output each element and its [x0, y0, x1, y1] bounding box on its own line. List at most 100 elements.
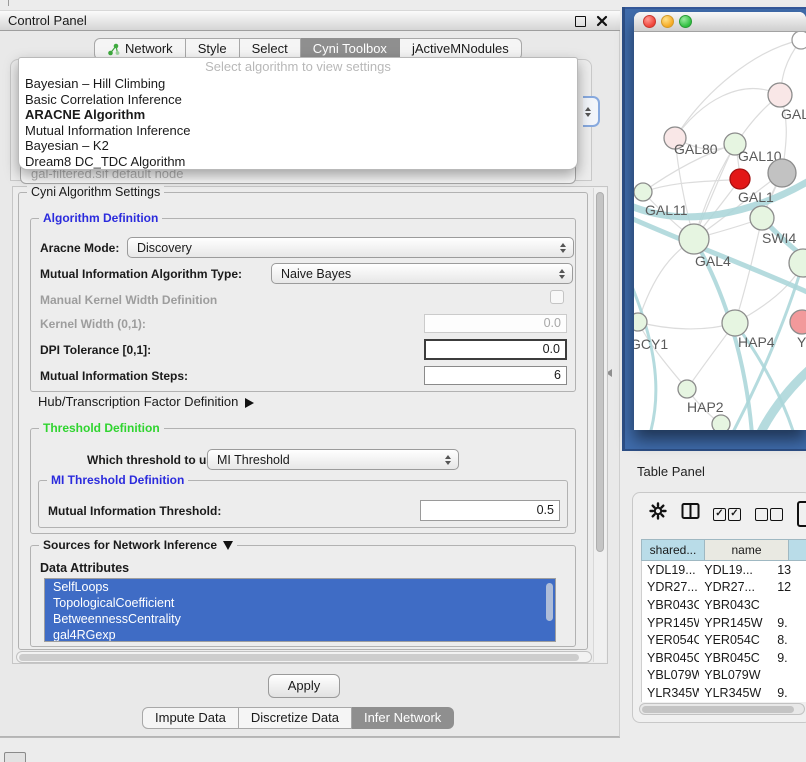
table-cell[interactable]: YBR043C [642, 598, 699, 612]
attribute-item[interactable]: BetweennessCentrality [45, 611, 555, 627]
mi-algorithm-type-combo[interactable]: Naive Bayes [271, 263, 573, 284]
unchecked-checkbox-icon[interactable] [755, 508, 768, 521]
settings-hscrollbar-thumb[interactable] [19, 654, 579, 661]
attributes-vscrollbar-thumb[interactable] [546, 583, 553, 621]
tab-infer-network[interactable]: Infer Network [352, 707, 454, 729]
kernel-width-field[interactable]: 0.0 [424, 314, 567, 333]
unchecked-checkbox-icon[interactable] [770, 508, 783, 521]
checked-checkbox-icon[interactable]: ✓ [728, 508, 741, 521]
hub-section-header[interactable]: Hub/Transcription Factor Definition [38, 394, 254, 409]
column-header-shared[interactable]: shared... [641, 539, 705, 561]
table-cell[interactable]: YER054C [699, 633, 774, 647]
attribute-item[interactable]: SelfLoops [45, 579, 555, 595]
table-mode-icon[interactable] [797, 501, 806, 527]
table-cell[interactable]: YDL19... [642, 563, 699, 577]
sources-header[interactable]: Sources for Network Inference [39, 538, 237, 552]
attribute-item[interactable]: gal4RGexp [45, 627, 555, 642]
table-cell[interactable]: YDR27... [642, 580, 699, 594]
apply-button[interactable]: Apply [268, 674, 340, 698]
network-canvas[interactable]: GALGAL80GAL10GAL1GAL11SWI4GAL4GCY1HAP4YH… [634, 32, 806, 430]
graph-node-label: HAP4 [738, 334, 775, 350]
graph-node-hap2[interactable] [678, 380, 696, 398]
float-window-icon[interactable] [575, 16, 586, 27]
table-row[interactable]: YPR145WYPR145W9. [642, 614, 806, 632]
column-header-name[interactable]: name [705, 539, 789, 561]
stepper-arrows-icon [585, 98, 591, 125]
table-cell[interactable]: YER054C [642, 633, 699, 647]
table-cell[interactable]: 8. [774, 633, 806, 647]
tab-impute-data[interactable]: Impute Data [142, 707, 239, 729]
focused-combo-fragment[interactable] [583, 96, 600, 127]
table-row[interactable]: YBR043CYBR043C [642, 596, 806, 614]
network-window[interactable]: GALGAL80GAL10GAL1GAL11SWI4GAL4GCY1HAP4YH… [634, 12, 806, 430]
graph-node[interactable] [792, 32, 806, 49]
table-cell[interactable]: YBL079W [642, 668, 699, 682]
mi-steps-field[interactable]: 6 [424, 366, 567, 385]
column-header-partial[interactable] [789, 539, 806, 561]
graph-node[interactable] [768, 159, 796, 187]
algorithm-option[interactable]: Bayesian – Hill Climbing [19, 76, 577, 92]
graph-node-gal4[interactable] [679, 224, 709, 254]
graph-node-y[interactable] [790, 310, 806, 334]
cyni-algorithm-settings-title: Cyni Algorithm Settings [27, 185, 164, 199]
mi-threshold-field[interactable]: 0.5 [420, 500, 560, 521]
dpi-tolerance-field[interactable]: 0.0 [424, 339, 567, 360]
collapsed-panel-icon[interactable] [4, 752, 26, 762]
gear-icon[interactable] [649, 502, 667, 523]
table-cell[interactable]: 9. [774, 616, 806, 630]
table-hscrollbar-thumb[interactable] [642, 706, 794, 713]
algorithm-option[interactable]: Bayesian – K2 [19, 138, 577, 154]
close-icon[interactable] [596, 15, 608, 27]
graph-node-hap4[interactable] [722, 310, 748, 336]
table-cell[interactable]: YBR045C [699, 651, 774, 665]
tab-label: Discretize Data [251, 707, 339, 729]
settings-hscrollbar[interactable] [16, 651, 592, 663]
close-traffic-light[interactable] [643, 15, 656, 28]
table-cell[interactable]: YDR27... [699, 580, 774, 594]
mi-threshold-group-title: MI Threshold Definition [47, 473, 188, 487]
algorithm-option[interactable]: ARACNE Algorithm [19, 107, 577, 123]
table-row[interactable]: YDR27...YDR27...12 [642, 579, 806, 597]
table-cell[interactable]: 9. [774, 686, 806, 700]
table-row[interactable]: YDL19...YDL19...13 [642, 561, 806, 579]
attribute-item[interactable]: TopologicalCoefficient [45, 595, 555, 611]
algorithm-option[interactable]: Mutual Information Inference [19, 123, 577, 139]
table-row[interactable]: YLR345WYLR345W9. [642, 684, 806, 702]
graph-node-gcy1[interactable] [634, 313, 647, 331]
table-row[interactable]: YBL079WYBL079W [642, 667, 806, 685]
table-cell[interactable]: YBL079W [699, 668, 774, 682]
manual-kernel-width-checkbox[interactable] [550, 290, 564, 304]
table-cell[interactable]: YDL19... [699, 563, 774, 577]
table-cell[interactable]: YLR345W [699, 686, 774, 700]
algorithm-option[interactable]: Dream8 DC_TDC Algorithm [19, 154, 577, 170]
table-row[interactable]: YER054CYER054C8. [642, 631, 806, 649]
network-window-titlebar[interactable] [634, 12, 806, 32]
algorithm-option[interactable]: Basic Correlation Inference [19, 92, 577, 108]
graph-node[interactable] [730, 169, 750, 189]
table-cell[interactable]: YPR145W [642, 616, 699, 630]
aracne-mode-combo[interactable]: Discovery [127, 237, 574, 258]
zoom-traffic-light[interactable] [679, 15, 692, 28]
table-cell[interactable]: 12 [774, 580, 806, 594]
table-cell[interactable]: YBR043C [699, 598, 774, 612]
tab-label: Infer Network [364, 707, 441, 729]
settings-vscrollbar[interactable] [593, 188, 606, 662]
table-cell[interactable]: YPR145W [699, 616, 774, 630]
graph-node-swi4[interactable] [789, 249, 806, 277]
table-row[interactable]: YBR045CYBR045C9. [642, 649, 806, 667]
graph-node-gal[interactable] [768, 83, 792, 107]
table-cell[interactable]: YBR045C [642, 651, 699, 665]
graph-node[interactable] [712, 415, 730, 430]
tab-discretize-data[interactable]: Discretize Data [239, 707, 352, 729]
graph-node-gal1[interactable] [750, 206, 774, 230]
checked-checkbox-icon[interactable]: ✓ [713, 508, 726, 521]
graph-node-gal11[interactable] [634, 183, 652, 201]
settings-vscrollbar-thumb[interactable] [596, 192, 604, 552]
minimize-traffic-light[interactable] [661, 15, 674, 28]
columns-icon[interactable] [681, 502, 700, 523]
table-cell[interactable]: YLR345W [642, 686, 699, 700]
table-cell[interactable]: 9. [774, 651, 806, 665]
table-hscrollbar[interactable] [639, 703, 805, 715]
table-cell[interactable]: 13 [774, 563, 806, 577]
which-threshold-combo[interactable]: MI Threshold [207, 449, 459, 470]
